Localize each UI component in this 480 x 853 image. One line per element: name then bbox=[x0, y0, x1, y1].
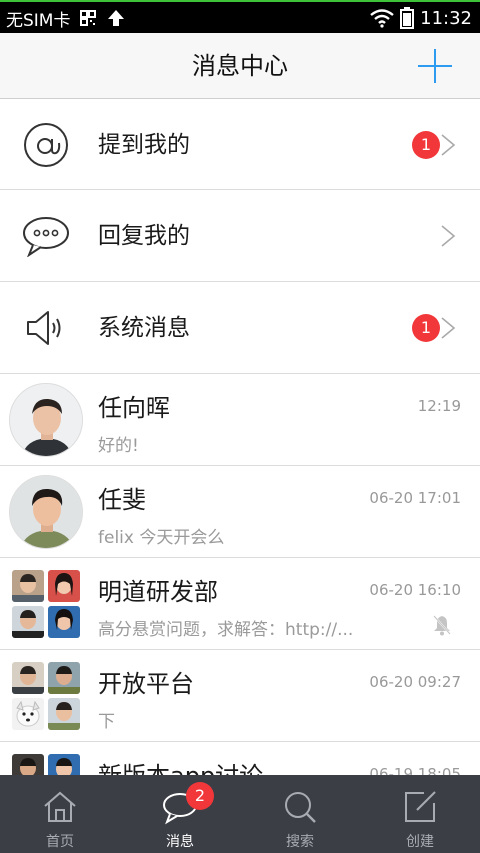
conversation-name: 任向晖 bbox=[98, 394, 170, 422]
upload-arrow-icon bbox=[108, 10, 125, 26]
group-avatar bbox=[12, 570, 80, 638]
conversation-time: 06-20 09:27 bbox=[369, 673, 461, 691]
member-avatar bbox=[12, 570, 44, 602]
conversation-time: 06-20 16:10 bbox=[369, 581, 461, 599]
conversation-time: 06-19 18:05 bbox=[369, 765, 461, 775]
tab-bar: 首页 2 消息 搜索 创建 bbox=[0, 775, 480, 853]
add-button[interactable] bbox=[418, 49, 452, 83]
member-avatar bbox=[12, 606, 44, 638]
chevron-right-icon bbox=[441, 134, 456, 156]
tab-label: 创建 bbox=[406, 834, 434, 850]
conversation-time: 06-20 17:01 bbox=[369, 489, 461, 507]
qr-icon bbox=[80, 10, 97, 26]
chevron-right-icon bbox=[441, 225, 456, 247]
mentions-label: 提到我的 bbox=[98, 132, 190, 158]
tab-messages[interactable]: 2 消息 bbox=[120, 775, 240, 853]
status-progress-line bbox=[0, 0, 480, 2]
conversation-item[interactable]: 任向晖 12:19 好的! bbox=[0, 374, 480, 466]
message-list: 提到我的 1 回复我的 系统消息 1 任向晖 12:19 好的! 任斐 06-2… bbox=[0, 99, 480, 775]
battery-icon bbox=[400, 7, 415, 29]
member-avatar bbox=[48, 570, 80, 602]
conversation-item[interactable]: 明道研发部 06-20 16:10 高分悬赏问题，求解答：http://... bbox=[0, 558, 480, 650]
header: 消息中心 bbox=[0, 33, 480, 99]
conversation-preview: felix 今天开会么 bbox=[98, 528, 225, 548]
conversation-preview: 高分悬赏问题，求解答：http://... bbox=[98, 620, 354, 640]
conversation-preview: 好的! bbox=[98, 436, 139, 456]
tab-label: 消息 bbox=[166, 834, 194, 850]
messages-badge: 2 bbox=[186, 782, 214, 810]
speaker-icon bbox=[20, 303, 72, 353]
system-messages-label: 系统消息 bbox=[98, 315, 190, 341]
group-avatar bbox=[12, 754, 80, 775]
mentions-item[interactable]: 提到我的 1 bbox=[0, 99, 480, 190]
member-avatar bbox=[12, 698, 44, 730]
system-messages-item[interactable]: 系统消息 1 bbox=[0, 282, 480, 374]
tab-label: 搜索 bbox=[286, 834, 314, 850]
replies-item[interactable]: 回复我的 bbox=[0, 190, 480, 282]
conversation-item[interactable]: 开放平台 06-20 09:27 下 bbox=[0, 650, 480, 742]
avatar bbox=[9, 475, 83, 549]
system-messages-badge: 1 bbox=[412, 314, 440, 342]
member-avatar bbox=[48, 606, 80, 638]
conversation-name: 任斐 bbox=[98, 486, 146, 514]
status-time: 11:32 bbox=[420, 7, 472, 29]
at-icon bbox=[20, 120, 72, 170]
tab-search[interactable]: 搜索 bbox=[240, 775, 360, 853]
tab-create[interactable]: 创建 bbox=[360, 775, 480, 853]
replies-label: 回复我的 bbox=[98, 223, 190, 249]
member-avatar bbox=[48, 754, 80, 775]
conversation-name: 新版本app讨论 bbox=[98, 756, 263, 775]
chevron-right-icon bbox=[441, 317, 456, 339]
search-icon bbox=[285, 792, 316, 823]
wifi-icon bbox=[370, 9, 394, 28]
tab-label: 首页 bbox=[46, 834, 74, 850]
conversation-name: 明道研发部 bbox=[98, 578, 218, 606]
conversation-item[interactable]: 任斐 06-20 17:01 felix 今天开会么 bbox=[0, 466, 480, 558]
reply-bubble-icon bbox=[20, 211, 72, 261]
home-icon bbox=[44, 791, 76, 822]
conversation-preview: 下 bbox=[98, 712, 115, 732]
member-avatar bbox=[12, 754, 44, 775]
group-avatar bbox=[12, 662, 80, 730]
conversation-item[interactable]: 新版本app讨论 06-19 18:05 bbox=[0, 742, 480, 775]
carrier-label: 无SIM卡 bbox=[6, 10, 71, 31]
compose-icon bbox=[405, 791, 436, 822]
page-title: 消息中心 bbox=[192, 52, 288, 80]
member-avatar bbox=[48, 662, 80, 694]
status-bar: 无SIM卡 11:32 bbox=[0, 0, 480, 33]
member-avatar bbox=[12, 662, 44, 694]
member-avatar bbox=[48, 698, 80, 730]
tab-home[interactable]: 首页 bbox=[0, 775, 120, 853]
mentions-badge: 1 bbox=[412, 131, 440, 159]
conversation-name: 开放平台 bbox=[98, 670, 194, 698]
conversation-time: 12:19 bbox=[417, 397, 461, 415]
avatar bbox=[9, 383, 83, 457]
muted-bell-icon bbox=[433, 615, 451, 636]
